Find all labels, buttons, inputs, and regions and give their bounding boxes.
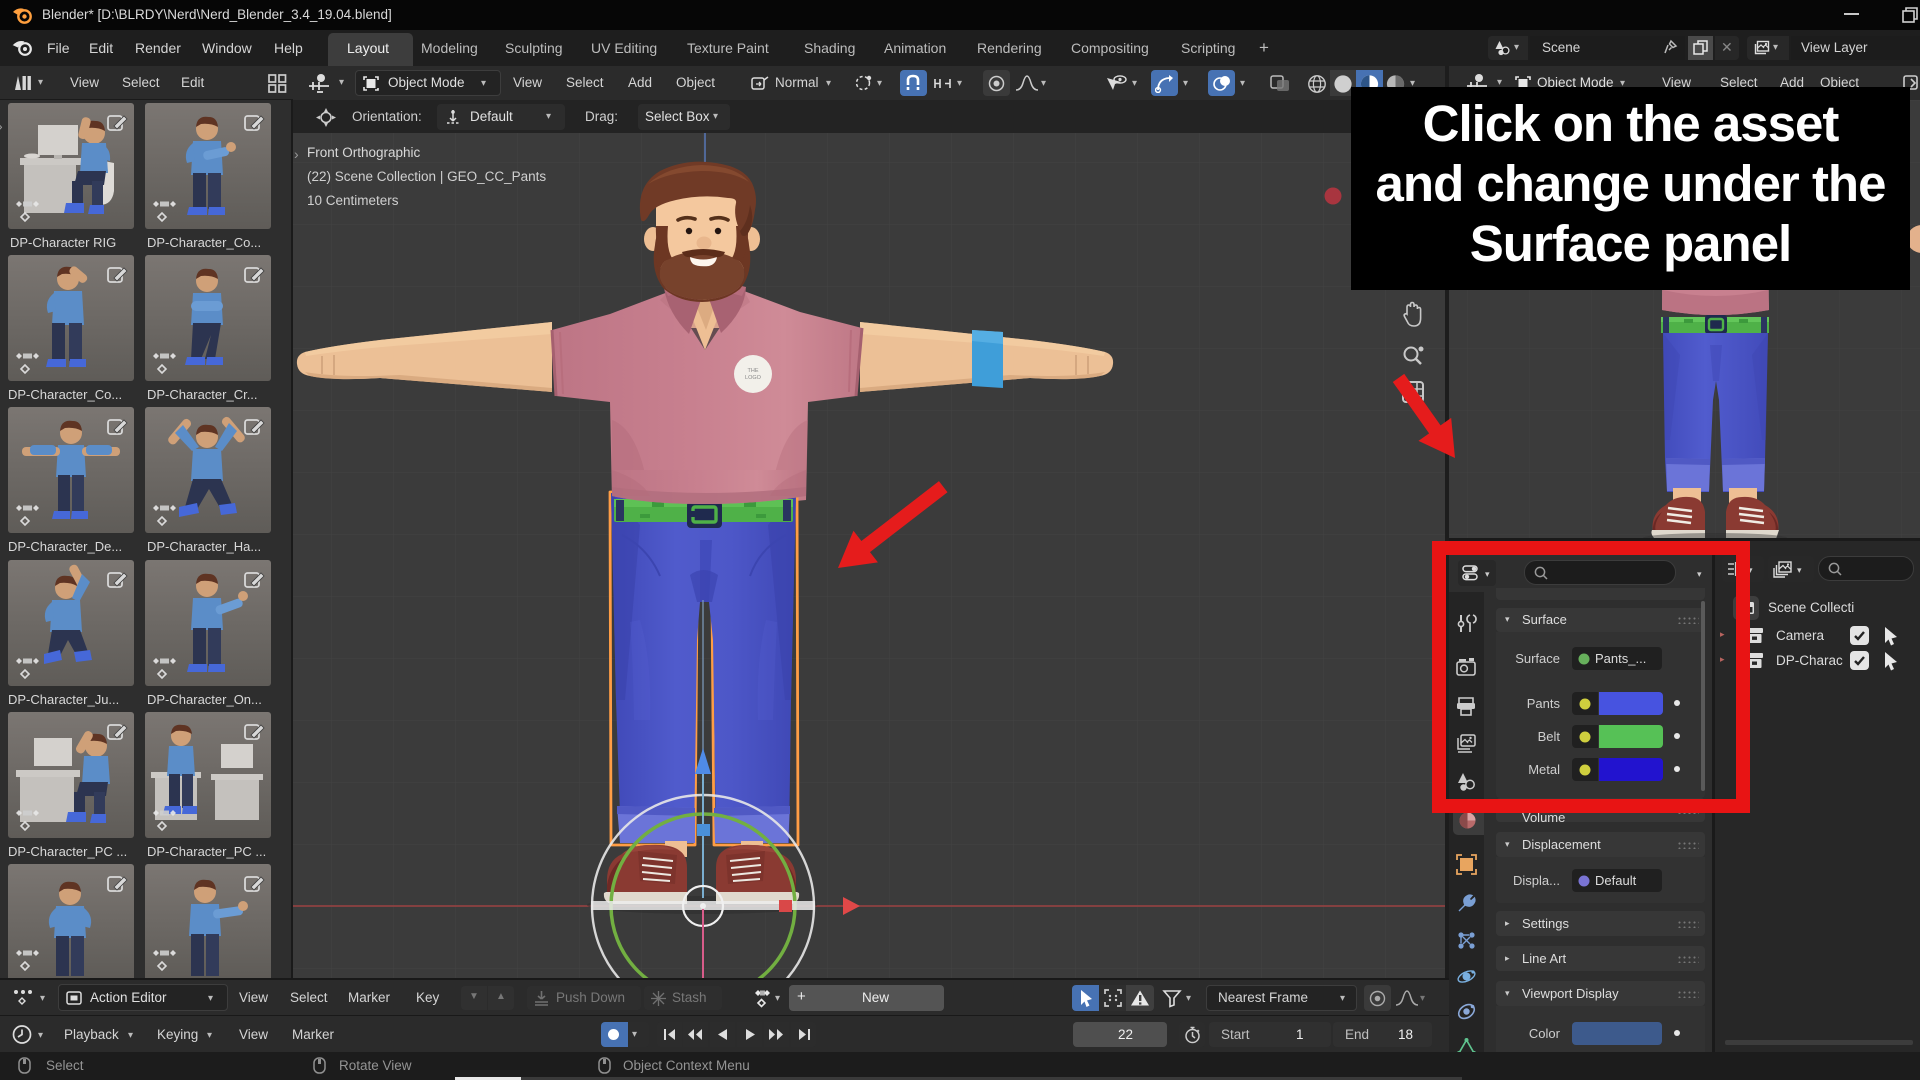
svg-text:LOGO: LOGO [745, 375, 762, 381]
svg-text:THE: THE [748, 368, 759, 374]
